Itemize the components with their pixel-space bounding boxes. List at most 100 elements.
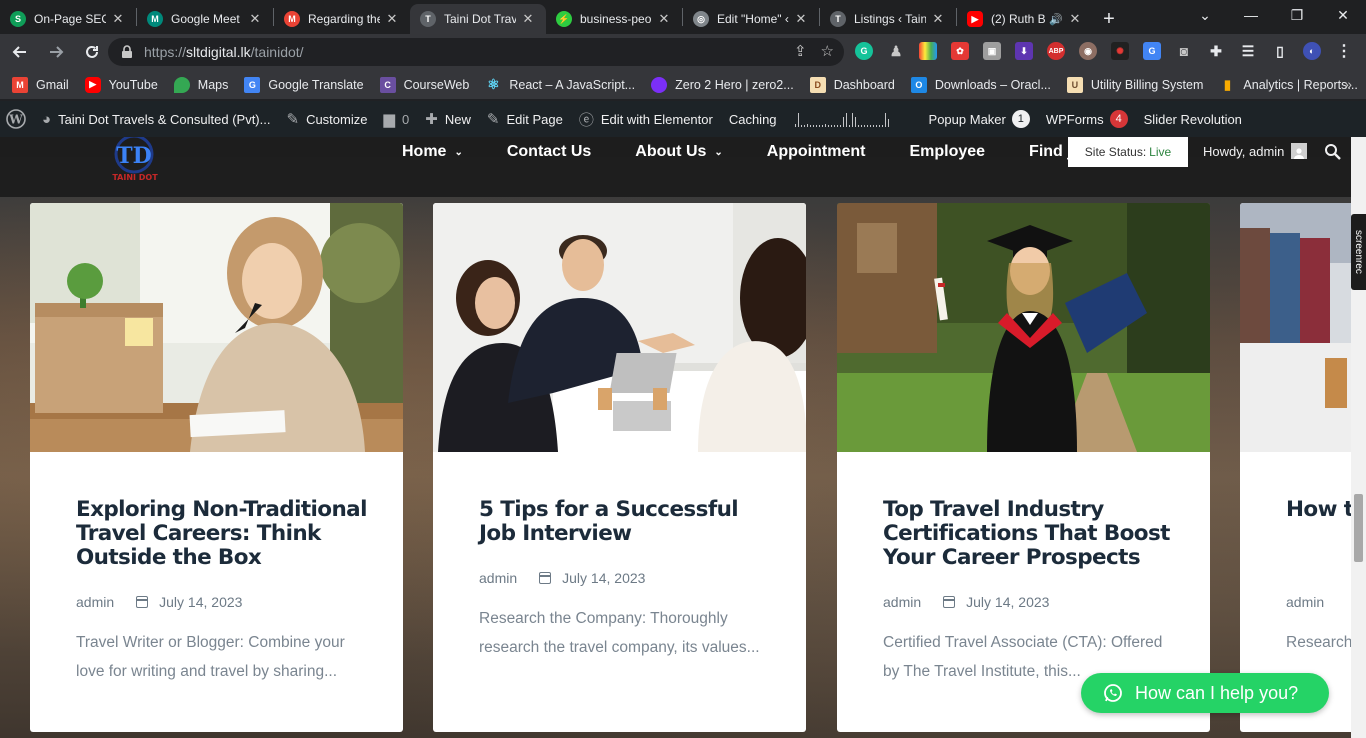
post-title[interactable]: 5 Tips for a Successful Job Interview (479, 498, 779, 546)
site-logo[interactable]: TD TAINI DOT (104, 137, 168, 187)
close-tab-icon[interactable]: ✕ (656, 11, 672, 27)
edit-page-label: Edit Page (506, 111, 563, 127)
extension-icon[interactable]: ♟ (887, 42, 905, 60)
bookmark-dashboard[interactable]: D Dashboard (809, 76, 895, 93)
extension-icon[interactable]: ✺ (1111, 42, 1129, 60)
site-status-badge[interactable]: Site Status: Live (1068, 137, 1188, 167)
post-title[interactable]: How t Abroa Guide (1286, 498, 1351, 522)
browser-tab[interactable]: S On-Page SEO ✕ (0, 4, 136, 34)
browser-tab[interactable]: M Google Meet ✕ (137, 4, 273, 34)
maximize-window-button[interactable]: ❐ (1274, 0, 1320, 30)
comments-link[interactable]: ▆ 0 (383, 110, 409, 128)
side-panel-icon[interactable]: ▯ (1271, 42, 1289, 60)
post-title[interactable]: Exploring Non-Traditional Travel Careers… (76, 498, 376, 570)
bookmark-gmail[interactable]: M Gmail (12, 76, 69, 93)
close-tab-icon[interactable]: ✕ (520, 11, 536, 27)
close-window-button[interactable]: ✕ (1320, 0, 1366, 30)
extensions-puzzle-icon[interactable]: ✚ (1207, 42, 1225, 60)
nav-home[interactable]: Home ⌄ (402, 143, 463, 161)
wpforms-menu[interactable]: WPForms 4 (1046, 110, 1128, 128)
bookmark-react[interactable]: ⚛ React – A JavaScript... (485, 76, 635, 93)
blog-post-card[interactable]: Exploring Non-Traditional Travel Careers… (30, 203, 403, 732)
search-icon[interactable] (1324, 143, 1342, 166)
share-icon[interactable]: ⇪ (794, 42, 807, 60)
profile-avatar-icon[interactable]: ◐ (1303, 42, 1321, 60)
post-title[interactable]: Top Travel Industry Certifications That … (883, 498, 1183, 570)
browser-tab[interactable]: T Listings ‹ Tain ✕ (820, 4, 956, 34)
close-tab-icon[interactable]: ✕ (930, 11, 946, 27)
bookmark-label: Dashboard (833, 77, 895, 92)
close-tab-icon[interactable]: ✕ (1067, 11, 1083, 27)
edit-page-link[interactable]: ✎ Edit Page (487, 110, 563, 128)
nav-about-us[interactable]: About Us ⌄ (635, 143, 723, 161)
close-tab-icon[interactable]: ✕ (384, 11, 400, 27)
customize-link[interactable]: ✎ Customize (286, 110, 367, 128)
scrollbar-thumb[interactable] (1354, 494, 1363, 562)
grammarly-extension-icon[interactable]: G (855, 42, 873, 60)
bookmark-zero2hero[interactable]: Zero 2 Hero | zero2... (651, 76, 794, 93)
blog-post-card[interactable]: How t Abroa Guide admin Research Underst (1240, 203, 1351, 732)
bookmark-oracle-downloads[interactable]: O Downloads – Oracl... (910, 76, 1051, 93)
more-bookmarks-icon[interactable]: » (1344, 76, 1352, 92)
post-author[interactable]: admin (479, 570, 517, 586)
address-bar[interactable]: https://sltdigital.lk/tainidot/ ⇪ ☆ (108, 38, 844, 66)
close-tab-icon[interactable]: ✕ (247, 11, 263, 27)
colorzilla-extension-icon[interactable] (919, 42, 937, 60)
back-button[interactable] (4, 36, 36, 68)
extension-icon[interactable]: ◉ (1079, 42, 1097, 60)
post-thumbnail[interactable] (433, 203, 806, 452)
site-name-menu[interactable]: ◕ Taini Dot Travels & Consulted (Pvt)... (42, 111, 270, 128)
blog-post-card[interactable]: 5 Tips for a Successful Job Interview ad… (433, 203, 806, 732)
blog-post-card[interactable]: Top Travel Industry Certifications That … (837, 203, 1210, 732)
bookmark-maps[interactable]: Maps (173, 76, 228, 93)
popup-maker-menu[interactable]: Popup Maker 1 (929, 110, 1030, 128)
bookmark-analytics[interactable]: ▮ Analytics | Reports... (1219, 77, 1358, 93)
extension-icon[interactable]: ▣ (983, 42, 1001, 60)
nav-appointment[interactable]: Appointment (767, 143, 866, 161)
reload-button[interactable] (76, 36, 108, 68)
post-thumbnail[interactable] (1240, 203, 1351, 452)
bookmark-utility-billing[interactable]: U Utility Billing System (1066, 76, 1203, 93)
bookmark-youtube[interactable]: ▶ YouTube (84, 76, 158, 93)
post-thumbnail[interactable] (30, 203, 403, 452)
wordpress-logo-button[interactable]: W (6, 109, 26, 129)
slider-revolution-menu[interactable]: Slider Revolution (1144, 112, 1242, 127)
account-menu[interactable]: Howdy, admin (1203, 143, 1308, 159)
media-playlist-icon[interactable]: ☰ (1239, 42, 1257, 60)
minimize-window-button[interactable]: — (1228, 0, 1274, 30)
lock-icon[interactable] (120, 45, 134, 59)
google-translate-extension-icon[interactable]: G (1143, 42, 1161, 60)
nav-employee[interactable]: Employee (909, 143, 985, 161)
post-author[interactable]: admin (76, 594, 114, 610)
adblock-extension-icon[interactable]: ABP (1047, 42, 1065, 60)
audio-playing-icon[interactable]: 🔊 (1049, 13, 1063, 26)
browser-tab[interactable]: ◎ Edit "Home" ‹ ✕ (683, 4, 819, 34)
caching-menu[interactable]: Caching (729, 112, 777, 127)
post-author[interactable]: admin (883, 594, 921, 610)
browser-tab-active[interactable]: T Taini Dot Trav ✕ (410, 4, 546, 34)
bookmark-star-icon[interactable]: ☆ (821, 42, 834, 60)
new-tab-button[interactable]: + (1093, 4, 1125, 34)
tab-title: Regarding the (308, 12, 380, 26)
post-author[interactable]: admin (1286, 594, 1324, 610)
browser-tab[interactable]: ⚡ business-peo ✕ (546, 4, 682, 34)
browser-menu-icon[interactable]: ⋮ (1335, 42, 1353, 60)
browser-tab[interactable]: M Regarding the ✕ (274, 4, 410, 34)
new-content-menu[interactable]: ✚ New (425, 110, 471, 128)
download-extension-icon[interactable]: ⬇ (1015, 42, 1033, 60)
edit-with-elementor-link[interactable]: ⓔ Edit with Elementor (579, 109, 713, 130)
tab-search-icon[interactable]: ⌄ (1182, 0, 1228, 30)
bookmark-courseweb[interactable]: C CourseWeb (379, 76, 469, 93)
close-tab-icon[interactable]: ✕ (110, 11, 126, 27)
react-icon: ⚛ (487, 76, 500, 92)
post-thumbnail[interactable] (837, 203, 1210, 452)
nav-contact-us[interactable]: Contact Us (507, 143, 591, 161)
extension-icon[interactable]: ✿ (951, 42, 969, 60)
camera-extension-icon[interactable]: ◙ (1175, 42, 1193, 60)
browser-tab[interactable]: ▶ (2) Ruth B 🔊 ✕ (957, 4, 1093, 34)
screenrec-widget[interactable]: screenrec (1351, 214, 1366, 290)
forward-button[interactable] (40, 36, 72, 68)
whatsapp-chat-button[interactable]: How can I help you? (1081, 673, 1329, 713)
bookmark-google-translate[interactable]: G Google Translate (244, 76, 364, 93)
close-tab-icon[interactable]: ✕ (793, 11, 809, 27)
